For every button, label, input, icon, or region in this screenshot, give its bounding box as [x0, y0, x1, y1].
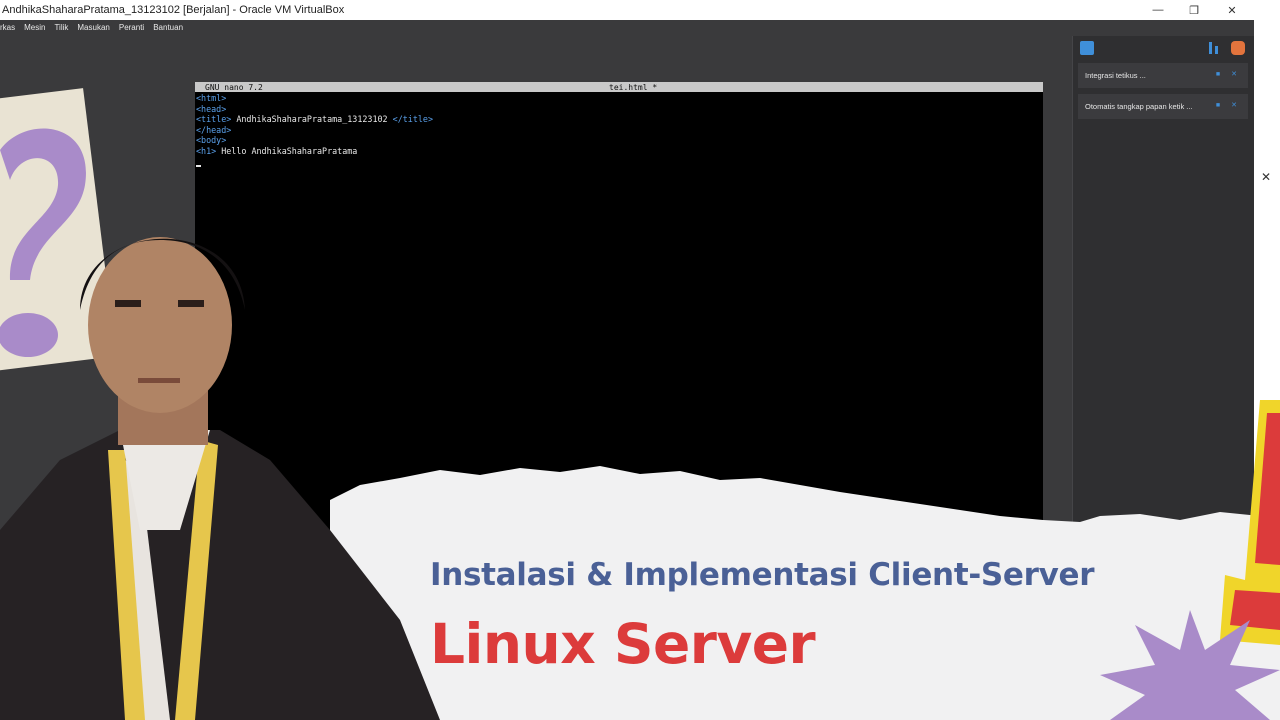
starburst-icon [1100, 610, 1280, 720]
video-headline: Linux Server [430, 612, 816, 676]
video-subtitle: Instalasi & Implementasi Client-Server [430, 557, 1095, 593]
presenter-photo [0, 237, 440, 720]
